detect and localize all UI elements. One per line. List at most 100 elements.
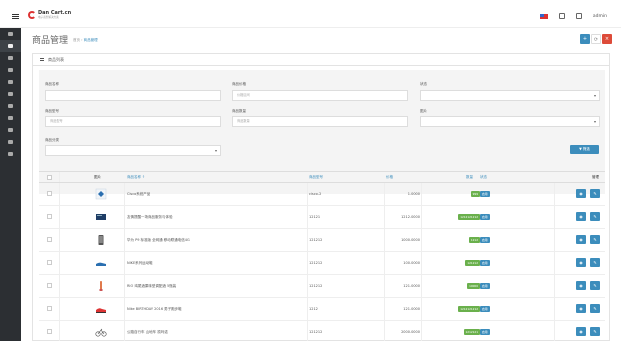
- filter-category-label: 商品分类: [45, 138, 59, 142]
- view-button[interactable]: ◉: [576, 189, 586, 198]
- product-thumbnail: [95, 188, 107, 200]
- filter-image-select[interactable]: [420, 116, 600, 127]
- view-button[interactable]: ◉: [576, 235, 586, 244]
- th-status[interactable]: 状态: [480, 175, 487, 180]
- sidebar-item-marketing[interactable]: [0, 112, 21, 124]
- th-qty[interactable]: 数量: [466, 175, 473, 180]
- row-checkbox[interactable]: [47, 329, 52, 334]
- product-price: 2000.0000: [401, 330, 420, 334]
- view-button[interactable]: ◉: [576, 327, 586, 336]
- table-body: Cisco系统产品 cisco-2 1.0000 999 启用 ◉ ✎ 友情提醒…: [39, 183, 605, 341]
- user-icon: [8, 104, 13, 108]
- qty-badge: 1212121212: [458, 306, 480, 312]
- view-button[interactable]: ◉: [576, 281, 586, 290]
- product-name: Nike BIRTHDAY 2016 男子跑步鞋: [127, 307, 182, 311]
- cart-icon: [8, 92, 13, 96]
- row-checkbox[interactable]: [47, 237, 52, 242]
- table-row: RIO 鸡尾酒果味型调配酒 5瓶装 121212 121.0000 10000 …: [39, 275, 605, 298]
- row-checkbox[interactable]: [47, 306, 52, 311]
- product-name: Cisco系统产品: [127, 192, 151, 196]
- filter-model-input[interactable]: 商品型号: [45, 116, 221, 127]
- delete-button[interactable]: ×: [602, 34, 612, 44]
- edit-button[interactable]: ✎: [590, 189, 600, 198]
- filter-qty-label: 商品数量: [232, 109, 246, 113]
- select-all-checkbox[interactable]: [47, 175, 52, 180]
- refresh-button[interactable]: ⟳: [591, 34, 601, 44]
- filter-image-label: 图片: [420, 109, 427, 113]
- filter-status-select[interactable]: [420, 90, 600, 101]
- brand-logo[interactable]: Dan Cart.cn 电子商务解决方案: [28, 11, 71, 19]
- filter-status-label: 状态: [420, 82, 427, 86]
- row-checkbox[interactable]: [47, 283, 52, 288]
- home-icon[interactable]: [558, 13, 565, 19]
- panel-title: 商品列表: [48, 56, 64, 62]
- help-icon[interactable]: [575, 13, 582, 19]
- sidebar-item-reports[interactable]: [0, 136, 21, 148]
- product-model: 121212: [309, 330, 323, 334]
- sidebar-item-catalog[interactable]: [0, 40, 21, 52]
- share-icon: [8, 116, 13, 120]
- filter-price-input[interactable]: 价格区间: [232, 90, 408, 101]
- row-checkbox[interactable]: [47, 214, 52, 219]
- edit-button[interactable]: ✎: [590, 327, 600, 336]
- user-name[interactable]: admin: [593, 14, 607, 19]
- th-name[interactable]: 商品名称 ↑: [127, 175, 145, 180]
- filter-name-input[interactable]: [45, 90, 221, 101]
- filter-category-select[interactable]: [45, 145, 221, 156]
- list-icon: [40, 58, 44, 61]
- sidebar-item-display[interactable]: [0, 76, 21, 88]
- sidebar-item-system[interactable]: [0, 124, 21, 136]
- product-thumbnail: [95, 211, 107, 223]
- table-row: 公路自行车 山地车 禧玛诺 121212 2000.0000 1212121 启…: [39, 321, 605, 341]
- view-button[interactable]: ◉: [576, 212, 586, 221]
- product-thumbnail: [95, 280, 107, 292]
- breadcrumb-current[interactable]: 商品管理: [84, 38, 98, 42]
- edit-button[interactable]: ✎: [590, 258, 600, 267]
- table-row: Nike BIRTHDAY 2016 男子跑步鞋 1212 121.0000 1…: [39, 298, 605, 321]
- product-thumbnail: [95, 257, 107, 269]
- qty-badge: 121212: [465, 260, 480, 266]
- view-button[interactable]: ◉: [576, 304, 586, 313]
- menu-toggle-icon[interactable]: [12, 14, 19, 19]
- sidebar-item-sales[interactable]: [0, 88, 21, 100]
- sidebar-item-misc[interactable]: [0, 148, 21, 160]
- eye-icon: ◉: [579, 237, 583, 242]
- eye-icon: ◉: [579, 306, 583, 311]
- sidebar-item-extensions[interactable]: [0, 52, 21, 64]
- edit-button[interactable]: ✎: [590, 235, 600, 244]
- product-price: 100.0000: [403, 261, 420, 265]
- row-checkbox[interactable]: [47, 260, 52, 265]
- edit-button[interactable]: ✎: [590, 281, 600, 290]
- status-badge: 启用: [480, 260, 490, 266]
- qty-badge: 1212: [468, 237, 480, 243]
- qty-badge: 1212121212: [458, 214, 480, 220]
- product-name: 友情提醒一场商品服务与体验: [127, 215, 173, 219]
- product-list-panel: 商品列表 商品名称 商品价格 价格区间 状态 商品型号 商品型号 商品数量 商品…: [32, 53, 610, 341]
- product-price: 1212.0000: [401, 215, 420, 219]
- breadcrumb-home[interactable]: 首页: [73, 38, 80, 42]
- th-price[interactable]: 价格: [386, 175, 393, 180]
- gear-icon: [8, 128, 13, 132]
- status-badge: 启用: [480, 237, 490, 243]
- row-checkbox[interactable]: [47, 191, 52, 196]
- eye-icon: ◉: [579, 260, 583, 265]
- th-model[interactable]: 商品型号: [309, 175, 323, 180]
- product-name: 公路自行车 山地车 禧玛诺: [127, 330, 168, 334]
- sidebar-item-dashboard[interactable]: [0, 28, 21, 40]
- add-button[interactable]: +: [580, 34, 590, 44]
- sidebar-item-design[interactable]: [0, 64, 21, 76]
- status-badge: 启用: [480, 191, 490, 197]
- table-row: 友情提醒一场商品服务与体验 12121 1212.0000 1212121212…: [39, 206, 605, 229]
- pencil-icon: ✎: [593, 214, 597, 219]
- filter-qty-input[interactable]: 商品数量: [232, 116, 408, 127]
- breadcrumb: 首页 › 商品管理: [73, 38, 98, 42]
- page-header: 商品管理 首页 › 商品管理 + ⟳ ×: [32, 30, 612, 48]
- view-button[interactable]: ◉: [576, 258, 586, 267]
- filter-button[interactable]: ▼ 筛选: [570, 145, 599, 154]
- flag-icon[interactable]: [539, 13, 548, 19]
- sidebar-item-customers[interactable]: [0, 100, 21, 112]
- edit-button[interactable]: ✎: [590, 212, 600, 221]
- product-model: 12121: [309, 215, 321, 219]
- edit-button[interactable]: ✎: [590, 304, 600, 313]
- pencil-icon: ✎: [593, 306, 597, 311]
